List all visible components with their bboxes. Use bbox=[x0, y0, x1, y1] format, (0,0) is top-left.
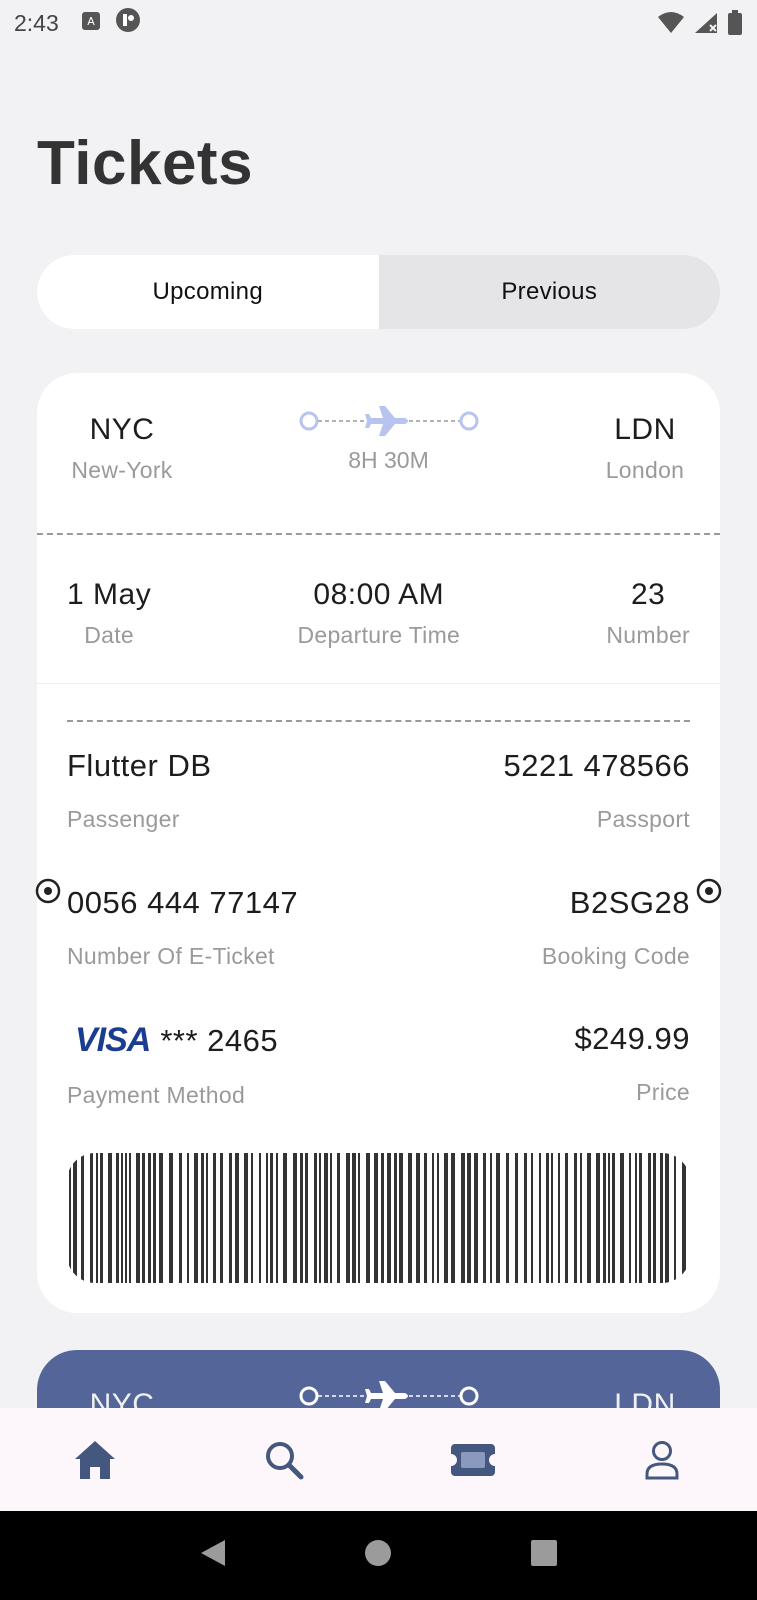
battery-icon bbox=[727, 10, 743, 42]
flight-info-row: 1 May Date 08:00 AM Departure Time 23 Nu… bbox=[67, 578, 690, 649]
home-icon bbox=[74, 1440, 115, 1479]
passenger-value: Flutter DB bbox=[67, 748, 212, 783]
back-icon[interactable] bbox=[199, 1538, 227, 1573]
wifi-icon bbox=[657, 11, 685, 41]
passport-value: 5221 478566 bbox=[503, 748, 690, 783]
tab-upcoming[interactable]: Upcoming bbox=[37, 255, 379, 329]
price-label: Price bbox=[636, 1079, 690, 1105]
section-divider bbox=[37, 683, 720, 684]
plane-route-icon bbox=[299, 406, 478, 436]
nav-tickets[interactable] bbox=[379, 1408, 568, 1511]
divider-dashed-inner bbox=[67, 720, 690, 722]
ticket-card[interactable]: NYC New-York 8H 30M LDN London 1 May Dat… bbox=[35, 373, 722, 1313]
keyboard-icon: A bbox=[81, 10, 101, 37]
origin-code: NYC bbox=[89, 413, 155, 446]
departure-label: Departure Time bbox=[297, 622, 461, 648]
barcode bbox=[67, 1153, 690, 1283]
date-value: 1 May bbox=[67, 578, 152, 611]
system-navigation-bar bbox=[0, 1511, 757, 1600]
nav-search[interactable] bbox=[189, 1408, 378, 1511]
app-notification-icon bbox=[115, 7, 141, 39]
status-time: 2:43 bbox=[14, 9, 59, 36]
nav-profile[interactable] bbox=[568, 1408, 757, 1511]
card-number-value: *** 2465 bbox=[160, 1022, 279, 1058]
home-button-icon[interactable] bbox=[364, 1539, 392, 1572]
booking-code-label: Booking Code bbox=[541, 943, 690, 969]
svg-text:A: A bbox=[87, 15, 95, 28]
destination-city: London bbox=[605, 457, 685, 483]
visa-logo-icon: VISA bbox=[72, 1021, 151, 1059]
destination-code: LDN bbox=[614, 413, 676, 446]
departure-value: 08:00 AM bbox=[313, 578, 445, 611]
flight-duration: 8H 30M bbox=[348, 447, 429, 473]
date-label: Date bbox=[84, 622, 134, 648]
price-value: $249.99 bbox=[574, 1021, 690, 1056]
page-title: Tickets bbox=[37, 129, 254, 198]
profile-icon bbox=[645, 1440, 679, 1479]
barcode-icon bbox=[69, 1153, 686, 1283]
ticket-icon bbox=[451, 1443, 496, 1476]
nav-home[interactable] bbox=[0, 1408, 189, 1511]
passenger-row: Flutter DB Passenger 5221 478566 Passpor… bbox=[67, 748, 690, 833]
seat-number-value: 23 bbox=[631, 578, 666, 611]
origin-city: New-York bbox=[71, 457, 173, 483]
ticket-tabs: Upcoming Previous bbox=[37, 255, 720, 329]
eticket-row: 0056 444 77147 Number Of E-Ticket B2SG28… bbox=[67, 885, 690, 970]
ticket-notch-right-icon bbox=[696, 878, 722, 904]
bottom-navigation bbox=[0, 1408, 757, 1511]
seat-number-label: Number bbox=[606, 622, 690, 648]
divider-dashed bbox=[37, 533, 720, 535]
ticket-notch-left-icon bbox=[35, 878, 61, 904]
flight-path: 8H 30M bbox=[299, 403, 479, 484]
tab-previous[interactable]: Previous bbox=[379, 255, 721, 329]
signal-icon bbox=[693, 11, 719, 41]
passport-label: Passport bbox=[596, 806, 690, 832]
payment-method-label: Payment Method bbox=[67, 1082, 246, 1108]
eticket-value: 0056 444 77147 bbox=[67, 885, 299, 920]
recents-icon[interactable] bbox=[530, 1539, 558, 1572]
route-row: NYC New-York 8H 30M LDN London bbox=[67, 403, 690, 484]
booking-code-value: B2SG28 bbox=[569, 885, 690, 920]
payment-row: VISA *** 2465 Payment Method $249.99 Pri… bbox=[67, 1021, 690, 1109]
passenger-label: Passenger bbox=[67, 806, 180, 832]
search-icon bbox=[265, 1441, 304, 1479]
eticket-label: Number Of E-Ticket bbox=[67, 943, 275, 969]
status-bar: 2:43 A bbox=[0, 0, 757, 46]
